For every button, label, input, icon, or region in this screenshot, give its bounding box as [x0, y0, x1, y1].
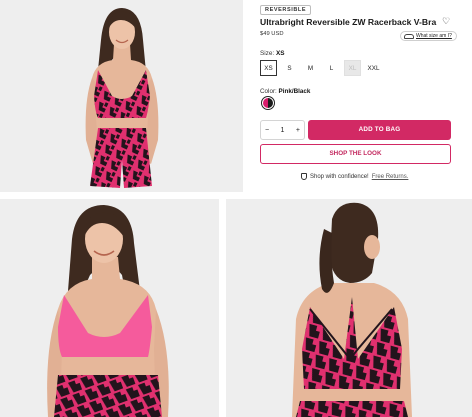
qty-increment-button[interactable]: +	[296, 127, 300, 134]
size-guide-label: What size am I?	[416, 33, 452, 39]
quantity-stepper: − 1 +	[260, 120, 305, 140]
size-label-text: Size:	[260, 50, 275, 57]
ruler-icon	[404, 33, 414, 39]
size-option-l[interactable]: L	[323, 60, 340, 76]
product-price: $49 USD	[260, 31, 284, 37]
size-label: Size: XS	[260, 50, 285, 57]
size-option-s[interactable]: S	[281, 60, 298, 76]
heart-icon[interactable]: ♡	[441, 16, 451, 26]
color-swatch-pink-black[interactable]	[261, 96, 275, 110]
size-option-m[interactable]: M	[302, 60, 319, 76]
add-to-bag-button[interactable]: ADD TO BAG	[308, 120, 451, 140]
color-label: Color: Pink/Black	[260, 88, 310, 95]
product-photo-main[interactable]	[0, 0, 243, 192]
size-guide-button[interactable]: What size am I?	[400, 31, 457, 41]
size-option-xs[interactable]: XS	[260, 60, 277, 76]
product-info-panel: REVERSIBLE Ultrabright Reversible ZW Rac…	[243, 0, 472, 192]
swatch-fill	[263, 98, 273, 108]
qty-decrement-button[interactable]: −	[265, 127, 269, 134]
product-title: Ultrabright Reversible ZW Racerback V-Br…	[260, 17, 437, 27]
size-option-xxl[interactable]: XXL	[365, 60, 382, 76]
qty-value[interactable]: 1	[281, 127, 285, 134]
product-photo-back[interactable]	[226, 199, 472, 417]
model-solid-pink-image	[0, 199, 219, 417]
selected-color-value: Pink/Black	[278, 88, 311, 95]
size-selector: XS S M L XL XXL	[260, 60, 382, 76]
reversible-badge: REVERSIBLE	[260, 5, 312, 15]
model-racerback-image	[226, 199, 472, 417]
shield-icon	[301, 173, 307, 180]
color-label-text: Color:	[260, 88, 277, 95]
free-returns-link[interactable]: Free Returns.	[372, 174, 409, 180]
shop-confidence-note: Shop with confidence! Free Returns.	[301, 173, 408, 180]
product-photo-front[interactable]	[0, 199, 219, 417]
size-option-xl[interactable]: XL	[344, 60, 361, 76]
model-printed-set-image	[0, 0, 243, 192]
shop-the-look-button[interactable]: SHOP THE LOOK	[260, 144, 451, 164]
selected-size-value: XS	[276, 50, 285, 57]
confidence-text: Shop with confidence!	[310, 173, 369, 180]
